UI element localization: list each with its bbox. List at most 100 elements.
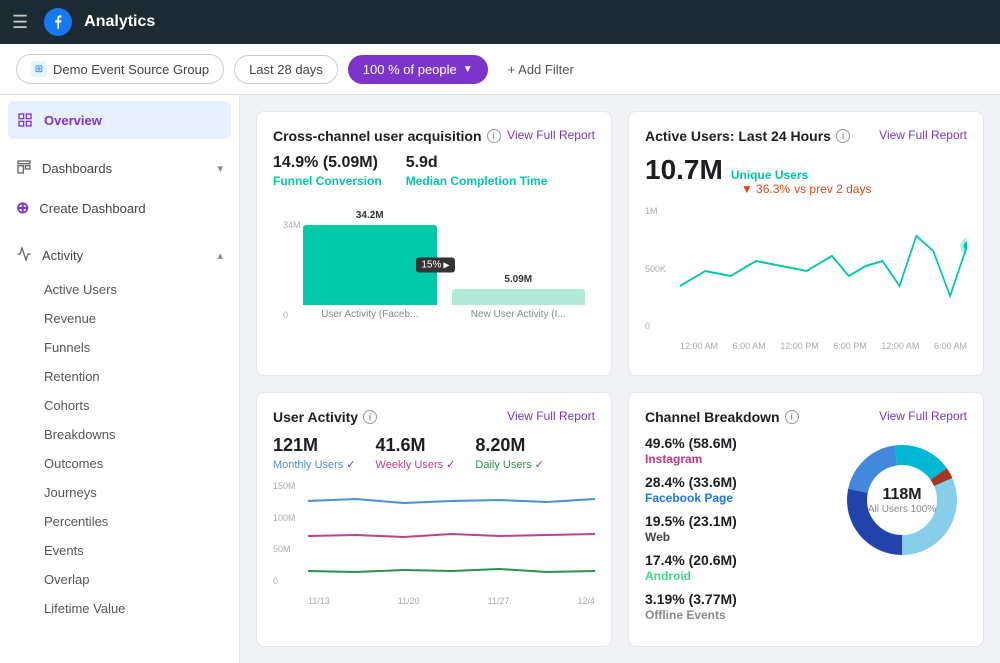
active-users-info-icon[interactable]: i	[836, 129, 850, 143]
unique-users-label: Unique Users	[731, 168, 808, 182]
topnav: ☰ Analytics	[0, 0, 1000, 44]
donut-label: All Users 100%	[868, 504, 936, 515]
create-dashboard-button[interactable]: ⊕ Create Dashboard	[0, 188, 239, 228]
bar1-top-value: 34.2M	[303, 210, 437, 221]
ua-yaxis: 150M 100M 50M 0	[273, 481, 308, 586]
active-users-chart	[680, 206, 967, 336]
monthly-metric: 121M Monthly Users ✓	[273, 435, 356, 471]
user-activity-title: User Activity i	[273, 409, 377, 425]
sidebar-item-events[interactable]: Events	[0, 536, 239, 565]
web-label: Web	[645, 530, 821, 544]
active-users-xaxis: 12:00 AM 6:00 AM 12:00 PM 6:00 PM 12:00 …	[645, 341, 967, 351]
cross-channel-title: Cross-channel user acquisition i	[273, 128, 501, 144]
activity-icon	[16, 246, 32, 265]
dashboards-icon	[16, 159, 32, 178]
dashboards-left: Dashboards	[16, 159, 112, 178]
channel-breakdown-header: Channel Breakdown i View Full Report	[645, 409, 967, 425]
ua-xaxis: 11/13 11/20 11/27 12/4	[273, 596, 595, 606]
bar-chart-container: 34M 0 34.2M 15% ▶	[273, 200, 595, 350]
activity-left: Activity	[16, 246, 83, 265]
user-activity-view-report[interactable]: View Full Report	[507, 409, 595, 423]
daily-value: 8.20M	[475, 435, 543, 456]
bar2	[452, 289, 586, 305]
active-users-yaxis: 1M 500K 0	[645, 206, 680, 331]
channel-facebook: 28.4% (33.6M) Facebook Page	[645, 474, 821, 505]
instagram-value: 49.6% (58.6M)	[645, 435, 821, 451]
monthly-label: Monthly Users ✓	[273, 458, 356, 471]
bar1-relative: 34.2M 15% ▶	[303, 210, 437, 305]
monthly-check-icon: ✓	[346, 458, 355, 471]
funnel-label: Funnel Conversion	[273, 174, 382, 188]
hamburger-icon[interactable]: ☰	[12, 12, 28, 33]
daily-label: Daily Users ✓	[475, 458, 543, 471]
sidebar-activity-section: Activity ▴ Active Users Revenue Funnels …	[0, 232, 239, 627]
user-activity-card: User Activity i View Full Report 121M Mo…	[256, 392, 612, 647]
sidebar-overview-section: Overview	[0, 95, 239, 145]
source-label: Demo Event Source Group	[53, 62, 209, 77]
add-filter-button[interactable]: + Add Filter	[498, 56, 584, 83]
cross-channel-view-report[interactable]: View Full Report	[507, 128, 595, 142]
cross-channel-info-icon[interactable]: i	[487, 129, 501, 143]
sidebar-item-funnels[interactable]: Funnels	[0, 333, 239, 362]
badge-15: 15% ▶	[416, 258, 454, 273]
web-value: 19.5% (23.1M)	[645, 513, 821, 529]
weekly-metric: 41.6M Weekly Users ✓	[376, 435, 456, 471]
bar2-label: New User Activity (I...	[471, 309, 566, 320]
sidebar-dashboards-section: Dashboards ▾ ⊕ Create Dashboard	[0, 145, 239, 232]
fb-logo-icon	[49, 13, 67, 31]
main-layout: Overview Dashboards ▾ ⊕ Create Dashboard	[0, 95, 1000, 663]
bar1-wrap: 34.2M 15% ▶ User Activity (Faceb...	[303, 210, 437, 320]
ua-chart-container: 150M 100M 50M 0 11/13 11/20 11/27	[273, 481, 595, 606]
sidebar-item-overview[interactable]: Overview	[8, 101, 231, 139]
activity-label: Activity	[42, 248, 83, 263]
sidebar-item-active-users[interactable]: Active Users	[0, 275, 239, 304]
user-activity-info-icon[interactable]: i	[363, 410, 377, 424]
median-metric: 5.9d Median Completion Time	[406, 154, 548, 188]
sidebar-item-breakdowns[interactable]: Breakdowns	[0, 420, 239, 449]
change-suffix: vs prev 2 days	[794, 182, 871, 196]
sidebar-item-revenue[interactable]: Revenue	[0, 304, 239, 333]
date-range-button[interactable]: Last 28 days	[234, 55, 338, 84]
change-badge: ▼ 36.3% vs prev 2 days	[741, 182, 872, 196]
sidebar-item-lifetime-value[interactable]: Lifetime Value	[0, 594, 239, 623]
bar2-top-value: 5.09M	[452, 274, 586, 285]
sidebar-item-percentiles[interactable]: Percentiles	[0, 507, 239, 536]
caret-icon: ▼	[463, 64, 473, 75]
dashboards-header[interactable]: Dashboards ▾	[0, 149, 239, 188]
bar2-wrap: 5.09M New User Activity (I...	[452, 274, 586, 320]
activity-chevron-icon: ▴	[217, 249, 223, 262]
bar1: 15% ▶	[303, 225, 437, 305]
sidebar-item-outcomes[interactable]: Outcomes	[0, 449, 239, 478]
daily-check-icon: ✓	[535, 458, 544, 471]
sidebar-item-retention[interactable]: Retention	[0, 362, 239, 391]
sidebar-item-cohorts[interactable]: Cohorts	[0, 391, 239, 420]
sidebar-item-journeys[interactable]: Journeys	[0, 478, 239, 507]
sidebar-item-overlap[interactable]: Overlap	[0, 565, 239, 594]
user-activity-header: User Activity i View Full Report	[273, 409, 595, 425]
donut-chart: 118M All Users 100%	[837, 435, 967, 565]
overview-label: Overview	[44, 113, 102, 128]
change-value: ▼ 36.3%	[741, 182, 790, 196]
cross-channel-header: Cross-channel user acquisition i View Fu…	[273, 128, 595, 144]
android-value: 17.4% (20.6M)	[645, 552, 821, 568]
channel-list: 49.6% (58.6M) Instagram 28.4% (33.6M) Fa…	[645, 435, 821, 622]
offline-label: Offline Events	[645, 608, 821, 622]
source-group-button[interactable]: ⊞ Demo Event Source Group	[16, 54, 224, 84]
fb-logo	[44, 8, 72, 36]
channel-breakdown-info-icon[interactable]: i	[785, 410, 799, 424]
channel-breakdown-view-report[interactable]: View Full Report	[879, 409, 967, 423]
active-users-metric-row: 10.7M Unique Users ▼ 36.3% vs prev 2 day…	[645, 154, 967, 196]
people-filter-button[interactable]: 100 % of people ▼	[348, 55, 488, 84]
cross-channel-metrics: 14.9% (5.09M) Funnel Conversion 5.9d Med…	[273, 154, 595, 188]
active-users-view-report[interactable]: View Full Report	[879, 128, 967, 142]
donut-center: 118M All Users 100%	[868, 486, 936, 515]
instagram-label: Instagram	[645, 452, 821, 466]
channel-instagram: 49.6% (58.6M) Instagram	[645, 435, 821, 466]
active-users-title: Active Users: Last 24 Hours i	[645, 128, 850, 144]
activity-header[interactable]: Activity ▴	[0, 236, 239, 275]
bar1-label: User Activity (Faceb...	[321, 309, 418, 320]
main-content: Cross-channel user acquisition i View Fu…	[240, 95, 1000, 663]
channel-breakdown-title: Channel Breakdown i	[645, 409, 799, 425]
ua-metrics-row: 121M Monthly Users ✓ 41.6M Weekly Users …	[273, 435, 595, 471]
median-label: Median Completion Time	[406, 174, 548, 188]
